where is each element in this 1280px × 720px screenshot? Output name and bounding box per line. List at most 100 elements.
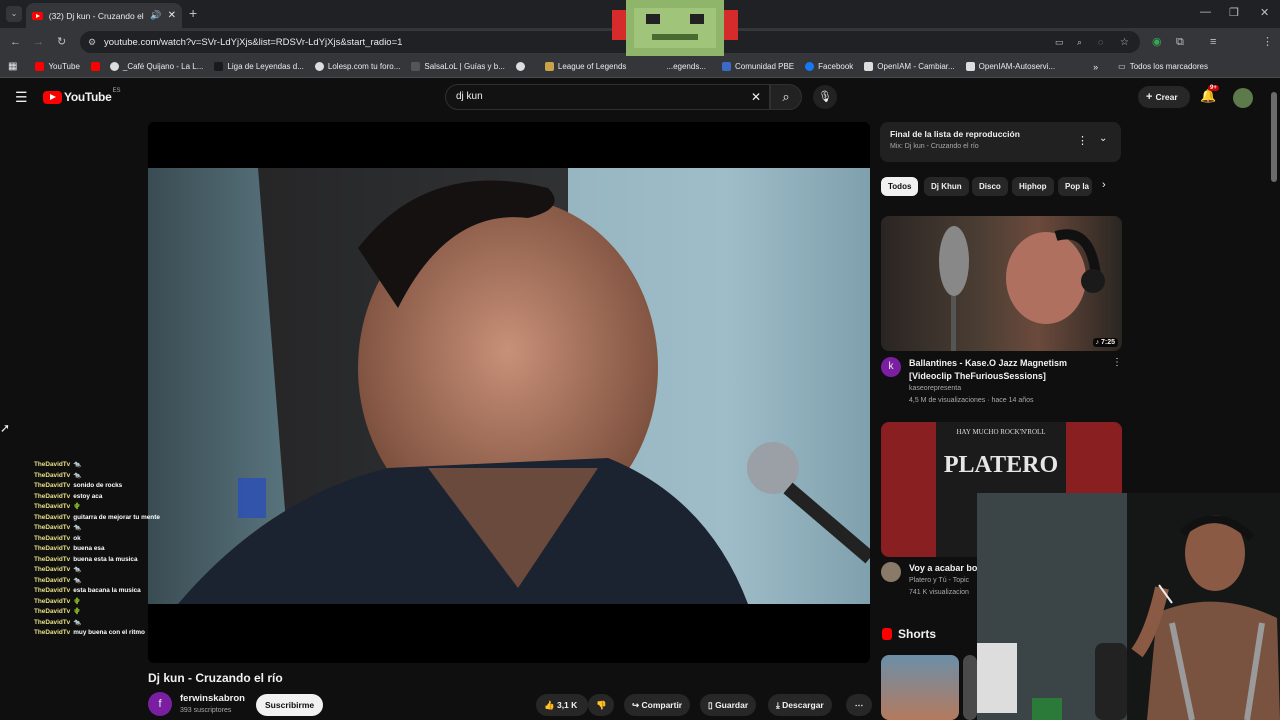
save-button[interactable]: ▯ Guardar: [700, 694, 757, 716]
youtube-logo[interactable]: YouTube ES: [43, 88, 120, 104]
chat-text: esta bacana la musica: [73, 587, 141, 594]
bookmark-item[interactable]: [90, 62, 104, 71]
bookmark-item[interactable]: League of Legends: [544, 62, 626, 71]
menu-kebab-icon[interactable]: ⋮: [1262, 35, 1273, 49]
browser-tab-active[interactable]: (32) Dj kun - Cruzando el río 🔊 ✕: [26, 3, 182, 28]
tab-search-button[interactable]: ⌄: [6, 6, 22, 22]
channel-avatar[interactable]: k: [881, 357, 901, 377]
channel-name[interactable]: kaseorepresenta: [909, 385, 961, 392]
cast-icon[interactable]: ▭: [1055, 37, 1064, 48]
mouse-cursor-icon: ➚: [0, 421, 11, 435]
back-icon[interactable]: ←: [10, 35, 21, 49]
chip-dj-khun[interactable]: Dj Khun: [924, 177, 969, 196]
create-button[interactable]: + Crear: [1138, 86, 1190, 108]
video-title[interactable]: Voy a acabar bo: [909, 562, 977, 575]
download-button[interactable]: ⤓ Descargar: [768, 694, 832, 716]
channel-avatar[interactable]: [881, 562, 901, 582]
chat-message: TheDavidTv 🐀: [34, 523, 174, 534]
chat-message: TheDavidTv 🐀: [34, 471, 174, 482]
bookmark-item[interactable]: [515, 62, 529, 71]
minimize-icon[interactable]: —: [1200, 6, 1211, 18]
plus-icon: +: [1146, 91, 1153, 103]
bookmark-item[interactable]: OpenIAM - Cambiar...: [864, 62, 955, 71]
zoom-icon[interactable]: ⌕: [1077, 37, 1082, 48]
video-more-icon[interactable]: ⋮: [1112, 357, 1122, 368]
media-icon[interactable]: ≡: [1210, 35, 1216, 49]
bookmark-item[interactable]: Liga de Leyendas d...: [214, 62, 304, 71]
subscribe-button[interactable]: Suscribirme: [256, 694, 324, 716]
dislike-button[interactable]: 👎: [588, 694, 614, 716]
chips-next-icon[interactable]: ›: [1102, 179, 1106, 191]
speaker-icon[interactable]: 🔊: [150, 10, 161, 21]
account-avatar[interactable]: [1233, 88, 1253, 108]
site-info-icon[interactable]: ⚙: [88, 37, 96, 48]
hamburger-menu-icon[interactable]: ☰: [15, 89, 28, 106]
download-icon: ⤓: [776, 700, 780, 710]
chat-username: TheDavidTv: [34, 471, 71, 479]
forward-icon[interactable]: →: [33, 35, 44, 49]
video-thumbnail[interactable]: ♪ 7:25: [881, 216, 1122, 351]
like-button[interactable]: 👍 3,1 K: [536, 694, 588, 716]
search-input[interactable]: dj kun ✕: [445, 84, 770, 110]
close-window-icon[interactable]: ✕: [1260, 6, 1269, 19]
eye-off-icon[interactable]: ◌: [1098, 37, 1103, 47]
extension-icon[interactable]: ◉: [1152, 35, 1162, 49]
close-tab-icon[interactable]: ✕: [168, 10, 176, 21]
more-actions-button[interactable]: ⋯: [846, 694, 872, 716]
chat-message: TheDavidTv muy buena con el ritmo: [34, 628, 174, 639]
chip-hiphop[interactable]: Hiphop: [1012, 177, 1054, 196]
short-thumbnail[interactable]: [963, 655, 977, 720]
reload-icon[interactable]: ↻: [57, 35, 66, 49]
apps-grid-icon[interactable]: ▦: [8, 61, 17, 72]
more-bookmarks-icon[interactable]: »: [1093, 62, 1098, 72]
chat-text: muy buena con el ritmo: [73, 629, 145, 636]
bookmark-item[interactable]: _Café Quijano - La L...: [109, 62, 203, 71]
chat-message: TheDavidTv 🐀: [34, 576, 174, 587]
channel-avatar[interactable]: f: [148, 692, 172, 716]
chat-text: 🐀: [73, 524, 82, 531]
globe-icon: [515, 62, 525, 71]
bookmark-item[interactable]: OpenIAM-Autoservi...: [965, 62, 1055, 71]
clear-search-icon[interactable]: ✕: [751, 85, 761, 109]
bookmark-item[interactable]: YouTube: [35, 62, 80, 71]
chat-text: 🐀: [73, 471, 82, 479]
chat-text: sonido de rocks: [73, 482, 123, 489]
notifications-button[interactable]: 🔔 9+: [1200, 85, 1219, 104]
address-bar[interactable]: ⚙ youtube.com/watch?v=SVr-LdYjXjs&list=R…: [80, 31, 1140, 53]
share-button[interactable]: ↪ Compartir: [624, 694, 691, 716]
star-icon[interactable]: ☆: [1120, 37, 1129, 48]
bookmark-item[interactable]: ...egends...: [666, 62, 706, 71]
chat-message: TheDavidTv ok: [34, 534, 174, 545]
chevron-down-icon[interactable]: ⌄: [1099, 133, 1107, 144]
new-tab-button[interactable]: +: [189, 5, 197, 21]
playlist-panel[interactable]: Final de la lista de reproducción Mix: D…: [880, 122, 1121, 162]
bookmark-item[interactable]: SalsaLoL | Guías y b...: [411, 62, 505, 71]
pbe-icon: [722, 62, 731, 71]
chat-username: TheDavidTv: [34, 513, 71, 521]
puzzle-icon[interactable]: ⧉: [1176, 35, 1184, 49]
bookmark-icon: ▯: [708, 700, 713, 710]
video-title[interactable]: Ballantines - Kase.O Jazz Magnetism [Vid…: [909, 357, 1099, 383]
channel-name[interactable]: ferwinskabron: [180, 693, 245, 704]
bookmark-item[interactable]: Facebook: [805, 62, 853, 71]
voice-search-button[interactable]: 🎙: [813, 85, 837, 109]
bookmark-item[interactable]: Lolesp.com tu foro...: [314, 62, 400, 71]
video-player[interactable]: [148, 122, 870, 663]
playlist-more-icon[interactable]: ⋮: [1077, 134, 1088, 147]
video-title-main: Dj kun - Cruzando el río: [148, 671, 283, 685]
bookmark-item[interactable]: Comunidad PBE: [722, 62, 794, 71]
url-text: youtube.com/watch?v=SVr-LdYjXjs&list=RDS…: [104, 36, 403, 48]
facebook-icon: [805, 62, 815, 71]
all-bookmarks[interactable]: ▭ Todos los marcadores: [1118, 62, 1208, 71]
more-horizontal-icon: ⋯: [854, 700, 864, 710]
chip-pop[interactable]: Pop la: [1058, 177, 1092, 196]
channel-name[interactable]: Platero y Tú - Topic: [909, 577, 969, 584]
short-thumbnail[interactable]: [881, 655, 959, 720]
restore-icon[interactable]: ❐: [1229, 6, 1239, 19]
search-button[interactable]: ⌕: [770, 84, 802, 110]
youtube-favicon-icon: [35, 62, 45, 71]
chip-todos[interactable]: Todos: [881, 177, 919, 196]
video-meta: 741 K visualizacion: [909, 589, 969, 596]
chip-disco[interactable]: Disco: [972, 177, 1008, 196]
page-scrollbar[interactable]: [1271, 92, 1277, 182]
